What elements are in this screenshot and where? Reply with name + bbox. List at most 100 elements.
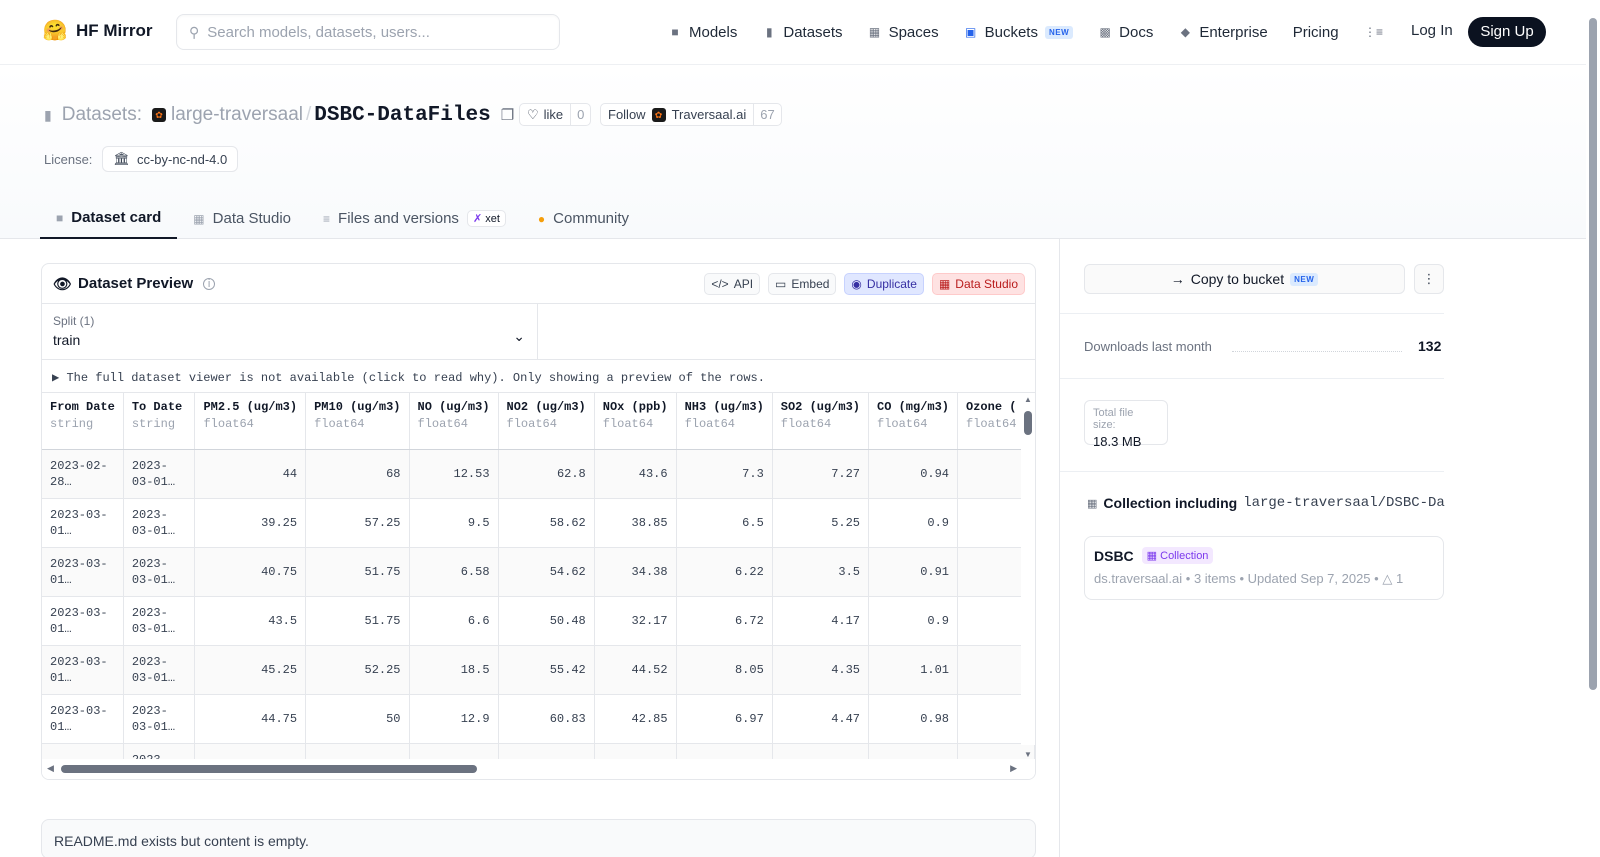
kebab-icon: ⋮ — [1422, 271, 1436, 286]
scroll-up-icon[interactable]: ▲ — [1024, 395, 1032, 404]
column-header[interactable]: NO (ug/m3) float64 — [409, 393, 499, 450]
column-header[interactable]: NH3 (ug/m3) float64 — [676, 393, 773, 450]
table-horizontal-scrollbar[interactable]: ◀ ▶ — [42, 759, 1035, 779]
org-avatar: ✿ — [651, 107, 666, 122]
search-box[interactable]: ⚲ — [176, 14, 560, 50]
tab-label: Files and versions — [338, 210, 459, 227]
nav-enterprise[interactable]: ◆ Enterprise — [1178, 23, 1268, 41]
table-cell: 6.22 — [676, 547, 773, 597]
nav-spaces[interactable]: ▦ Spaces — [868, 24, 939, 41]
table-icon: ▦ — [193, 211, 205, 226]
split-label: Split (1) — [53, 314, 95, 328]
table-cell: 2023-03-01… — [42, 694, 124, 744]
table-cell: 52.25 — [305, 645, 410, 695]
table-cell: 6.72 — [676, 596, 773, 646]
column-header[interactable]: NO2 (ug/m3) float64 — [498, 393, 595, 450]
table-row: 2023-03-01… 2023-03-01… 44.75 50 12.9 60.83 42… — [42, 694, 1035, 744]
column-type: float64 — [780, 417, 832, 431]
collection-card[interactable]: DSBC ▦ Collection ds.traversaal.ai • 3 i… — [1084, 536, 1444, 600]
tab-community[interactable]: ● Community — [522, 198, 645, 239]
search-input[interactable] — [207, 23, 528, 41]
scroll-left-icon[interactable]: ◀ — [47, 763, 54, 774]
nav-pricing[interactable]: Pricing — [1293, 24, 1339, 41]
viewer-notice[interactable]: ▶ The full dataset viewer is not availab… — [42, 360, 1035, 393]
column-type: float64 — [602, 417, 654, 431]
table-cell: 60.83 — [498, 694, 595, 744]
api-button[interactable]: </> API — [704, 273, 761, 295]
tab-files-and-versions[interactable]: ≡ Files and versions ✗ xet — [307, 198, 522, 239]
column-header[interactable]: NOx (ppb) float64 — [594, 393, 677, 450]
data-table: From Date string To Date string PM2.5 (ug/m3… — [42, 393, 1035, 765]
repo-type-link[interactable]: Datasets: — [62, 104, 142, 126]
table-cell: 43.6 — [594, 449, 677, 499]
column-header[interactable]: PM2.5 (ug/m3) float64 — [194, 393, 307, 450]
page-scrollbar[interactable] — [1586, 0, 1600, 857]
arrow-right-icon: → — [1170, 271, 1185, 287]
license-tag[interactable]: 🏛 cc-by-nc-nd-4.0 — [102, 146, 239, 172]
column-name: PM2.5 (ug/m3) — [203, 400, 298, 414]
follow-org: Traversaal.ai — [671, 107, 747, 122]
nav-datasets[interactable]: ▮ Datasets — [762, 24, 843, 41]
duplicate-button[interactable]: ◉ Duplicate — [844, 273, 924, 295]
scroll-thumb[interactable] — [1024, 411, 1032, 435]
column-type: float64 — [684, 417, 735, 431]
scroll-thumb[interactable] — [61, 765, 477, 773]
hf-logo-icon: 🤗 — [42, 20, 68, 42]
column-name: To Date — [131, 400, 183, 414]
table-cell: 0.91 — [868, 547, 959, 597]
like-button[interactable]: ♡ like 0 — [519, 103, 592, 126]
new-badge: NEW — [1044, 25, 1074, 39]
duplicate-label: Duplicate — [866, 277, 917, 291]
scroll-down-icon[interactable]: ▼ — [1024, 750, 1032, 759]
database-icon: ▮ — [766, 25, 773, 39]
nav-more-menu[interactable]: ⋮≡ — [1364, 25, 1384, 39]
downloads-sparkline — [1232, 351, 1402, 352]
org-avatar: ✿ — [151, 108, 166, 122]
copy-icon[interactable]: ❐ — [501, 106, 514, 124]
downloads-value: 132 — [1418, 338, 1442, 354]
nav-enterprise-label: Enterprise — [1199, 23, 1268, 41]
table-cell: 6.97 — [676, 694, 773, 744]
table-cell: 18.5 — [409, 645, 499, 695]
column-type: float64 — [314, 417, 365, 431]
nav-docs[interactable]: ▩ Docs — [1098, 24, 1153, 41]
column-name: NH3 (ug/m3) — [684, 400, 764, 414]
org-link[interactable]: large-traversaal — [171, 104, 303, 126]
copy-to-bucket-button[interactable]: → Copy to bucket NEW — [1084, 264, 1405, 294]
column-header[interactable]: PM10 (ug/m3) float64 — [305, 393, 410, 450]
column-header[interactable]: SO2 (ug/m3) float64 — [772, 393, 870, 450]
table-cell: 3.5 — [772, 547, 870, 597]
collection-tag-label: Collection — [1160, 550, 1209, 562]
tab-dataset-card[interactable]: ■ Dataset card — [40, 198, 178, 239]
table-vertical-scrollbar[interactable]: ▲ ▼ — [1021, 393, 1035, 759]
menu-icon: ⋮≡ — [1364, 25, 1384, 39]
column-header[interactable]: From Date string — [42, 393, 124, 450]
data-studio-button[interactable]: ▦ Data Studio — [931, 273, 1025, 295]
brand-logo[interactable]: 🤗 HF Mirror — [42, 18, 153, 44]
split-select[interactable]: Split (1) train ⌄ — [42, 304, 538, 360]
nav-models[interactable]: ■ Models — [668, 24, 737, 41]
login-link[interactable]: Log In — [1411, 22, 1453, 39]
readme-note: README.md exists but content is empty. — [41, 819, 1036, 857]
column-header[interactable]: To Date string — [123, 393, 196, 450]
info-icon[interactable]: i — [203, 277, 216, 290]
column-header[interactable]: CO (mg/m3) float64 — [868, 393, 959, 450]
tab-data-studio[interactable]: ▦ Data Studio — [177, 198, 307, 239]
embed-button[interactable]: ▭ Embed — [768, 273, 837, 295]
upvote-icon: △ — [1382, 571, 1393, 586]
table-cell: 44.52 — [594, 645, 677, 695]
column-name: NOx (ppb) — [602, 400, 668, 414]
follow-button[interactable]: Follow ✿ Traversaal.ai 67 — [600, 103, 782, 126]
page-scroll-thumb[interactable] — [1589, 18, 1597, 690]
nav-buckets[interactable]: ▣ Buckets NEW — [964, 24, 1074, 41]
repo-name[interactable]: DSBC-DataFiles — [314, 104, 490, 127]
follow-label: Follow — [608, 107, 646, 122]
scroll-right-icon[interactable]: ▶ — [1010, 763, 1017, 774]
table-cell: 38.85 — [594, 498, 677, 548]
signup-button[interactable]: Sign Up — [1468, 17, 1546, 47]
more-options-button[interactable]: ⋮ — [1414, 264, 1444, 294]
collection-heading-text: Collection including — [1103, 495, 1238, 511]
table-cell: 51.75 — [305, 547, 410, 597]
collection-updated: Updated Sep 7, 2025 — [1247, 571, 1371, 586]
table-cell: 57.25 — [305, 498, 410, 548]
